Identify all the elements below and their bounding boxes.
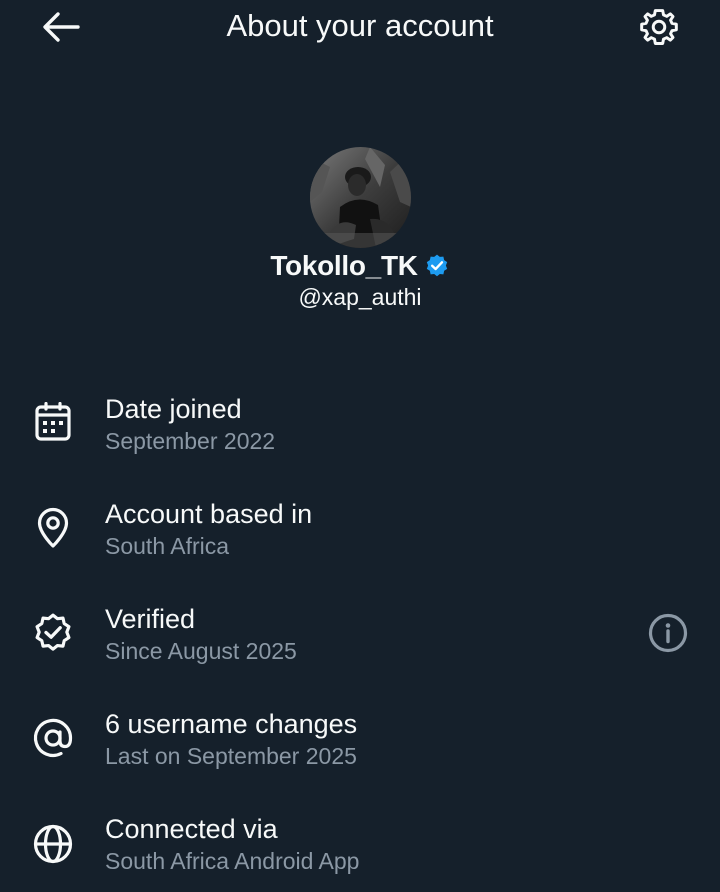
- top-bar: About your account: [0, 0, 720, 56]
- row-verified: Verified Since August 2025: [0, 602, 720, 682]
- row-title: Verified: [105, 604, 196, 634]
- verified-check-icon: [35, 613, 71, 651]
- row-title: Account based in: [105, 499, 313, 529]
- avatar[interactable]: [310, 147, 411, 248]
- user-handle: @xap_authi: [298, 284, 422, 310]
- row-date-joined: Date joined September 2022: [0, 392, 720, 472]
- display-name: Tokollo_TK: [270, 250, 418, 281]
- location-pin-icon: [37, 507, 69, 548]
- profile-photo: [310, 147, 411, 248]
- calendar-icon: [35, 402, 71, 441]
- row-title: Connected via: [105, 814, 278, 844]
- at-sign-icon: [33, 718, 73, 757]
- info-icon: [648, 613, 688, 653]
- row-title: 6 username changes: [105, 709, 358, 739]
- row-subtitle: September 2022: [105, 428, 276, 454]
- verified-info-button[interactable]: [644, 609, 692, 657]
- row-account-based-in: Account based in South Africa: [0, 497, 720, 577]
- row-connected-via: Connected via South Africa Android App: [0, 812, 720, 892]
- page-title: About your account: [226, 8, 494, 43]
- profile-name-row: Tokollo_TK: [0, 248, 720, 284]
- row-title: Date joined: [105, 394, 242, 424]
- gear-icon: [640, 9, 678, 45]
- row-subtitle: South Africa Android App: [105, 848, 360, 874]
- settings-button[interactable]: [634, 4, 684, 50]
- verified-badge-icon[interactable]: [424, 253, 450, 279]
- row-subtitle: Since August 2025: [105, 638, 297, 664]
- row-subtitle: South Africa: [105, 533, 230, 559]
- row-username-changes: 6 username changes Last on September 202…: [0, 707, 720, 787]
- globe-icon: [33, 824, 73, 864]
- row-subtitle: Last on September 2025: [105, 743, 357, 769]
